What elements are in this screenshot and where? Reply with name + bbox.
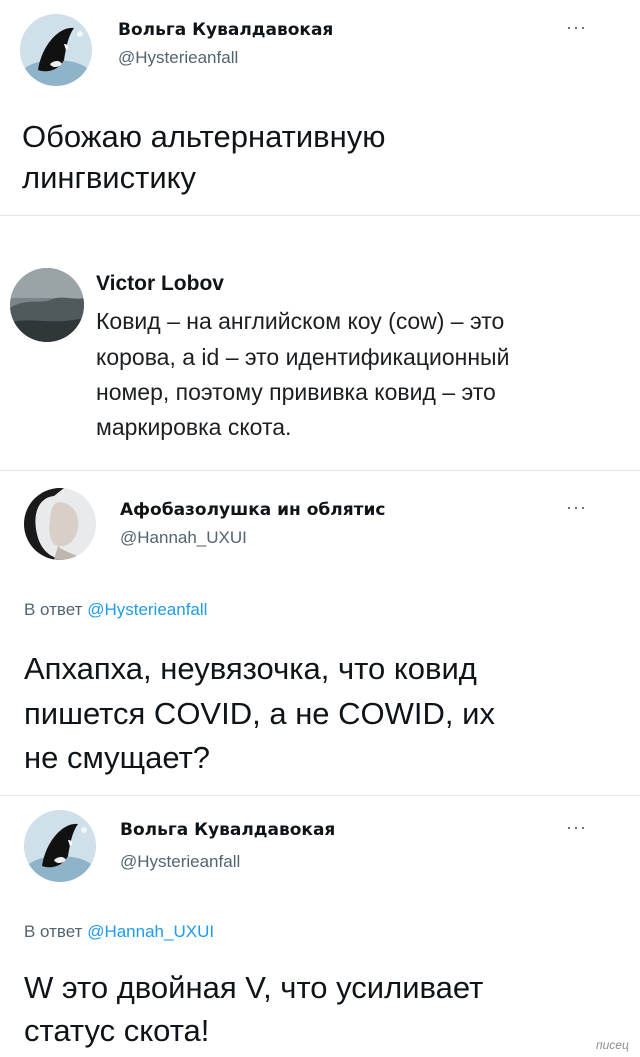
quote-text-line: корова, а id – это идентификационный	[96, 344, 510, 370]
orca-avatar-image	[20, 14, 92, 86]
avatar[interactable]	[24, 810, 96, 882]
tweet-text-line: лингвистику	[22, 160, 197, 195]
quote-author-name[interactable]: Victor Lobov	[96, 272, 224, 296]
reply-prefix: В ответ	[24, 600, 83, 619]
tweet-text-line: пишется COVID, а не COWID, их	[24, 696, 495, 731]
author-name[interactable]: Афобазолушка ин облятис	[120, 500, 385, 520]
avatar[interactable]	[20, 14, 92, 86]
divider	[0, 795, 640, 796]
tweet-text-line: Апхапха, неувязочка, что ковид	[24, 651, 477, 686]
portrait-avatar-image	[24, 488, 96, 560]
quote-text-line: номер, поэтому прививка ковид – это	[96, 379, 496, 405]
reply-mention-link[interactable]: @Hysterieanfall	[87, 600, 207, 619]
tweet-text-line: статус скота!	[24, 1013, 210, 1048]
reply-context: В ответ @Hannah_UXUI	[24, 922, 214, 942]
watermark: писец	[596, 1038, 629, 1052]
author-handle[interactable]: @Hannah_UXUI	[120, 528, 247, 548]
landscape-avatar-image	[10, 268, 84, 342]
author-name[interactable]: Вольга Кувалдавокая	[120, 820, 335, 840]
tweet-text-line: не смущает?	[24, 740, 211, 775]
author-handle[interactable]: @Hysterieanfall	[120, 852, 240, 872]
reply-prefix: В ответ	[24, 922, 83, 941]
divider	[0, 215, 640, 216]
avatar[interactable]	[10, 268, 84, 342]
reply-context: В ответ @Hysterieanfall	[24, 600, 207, 620]
reply-mention-link[interactable]: @Hannah_UXUI	[87, 922, 214, 941]
avatar[interactable]	[24, 488, 96, 560]
author-handle[interactable]: @Hysterieanfall	[118, 48, 238, 68]
quote-text-line: маркировка скота.	[96, 414, 292, 440]
tweet-text-line: W это двойная V, что усиливает	[24, 970, 484, 1005]
more-icon[interactable]: ···	[566, 818, 587, 836]
author-name[interactable]: Вольга Кувалдавокая	[118, 20, 333, 40]
more-icon[interactable]: ···	[566, 498, 587, 516]
orca-avatar-image	[24, 810, 96, 882]
divider	[0, 470, 640, 471]
tweet-text-line: Обожаю альтернативную	[22, 119, 386, 154]
more-icon[interactable]: ···	[566, 18, 587, 36]
quote-text-line: Ковид – на английском коу (cow) – это	[96, 308, 505, 334]
